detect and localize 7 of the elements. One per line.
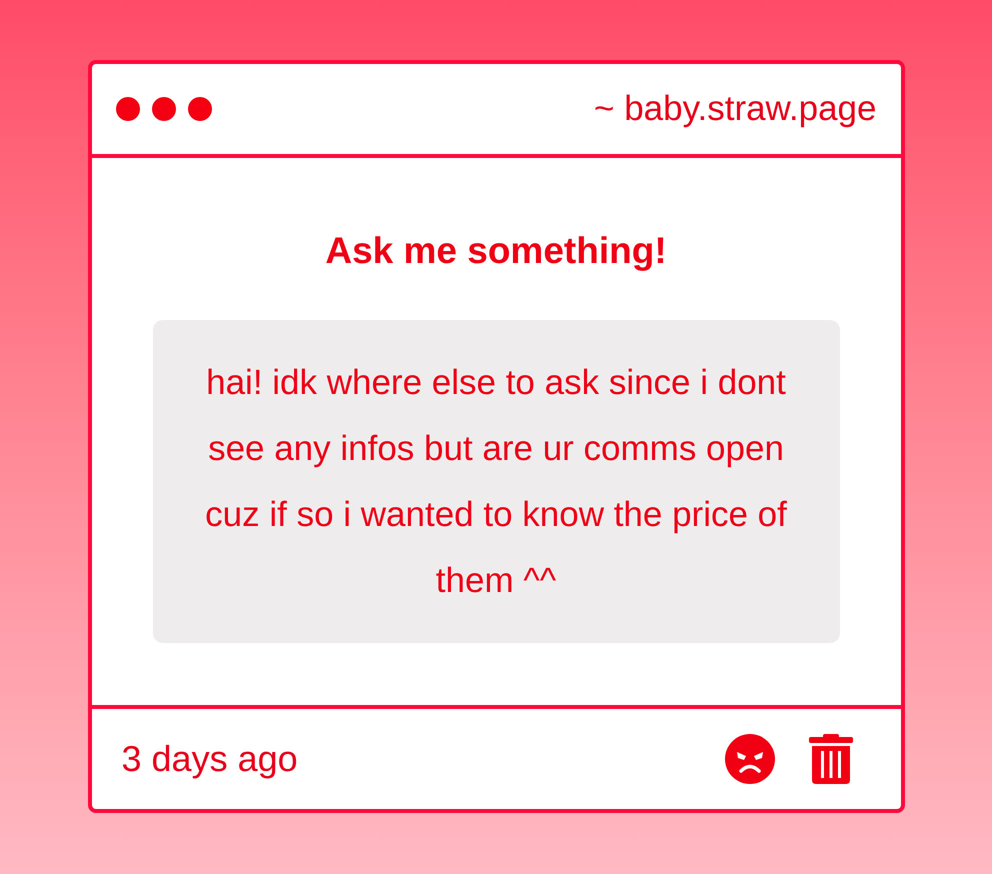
question-text: hai! idk where else to ask since i dont see any infos but are ur comms open cuz if so i wanted to know the price of them ^^	[204, 362, 788, 602]
window-dots-icon	[116, 97, 212, 121]
trash-icon[interactable]	[808, 734, 852, 784]
angry-face-icon[interactable]	[724, 734, 774, 784]
window-title: ~ baby.straw.page	[594, 88, 876, 130]
heading: Ask me something!	[325, 229, 667, 273]
timestamp: 3 days ago	[122, 737, 298, 781]
